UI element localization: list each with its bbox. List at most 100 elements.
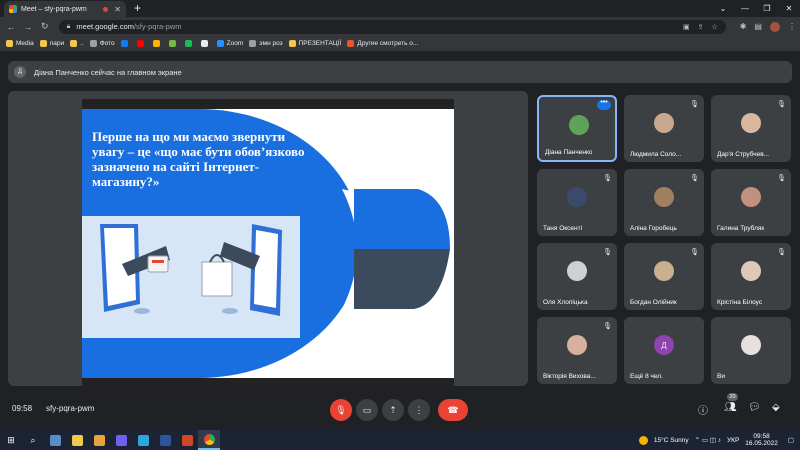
bookmark-item[interactable]	[200, 40, 211, 47]
participant-tile[interactable]: 🎙︎ Таня Оксенті	[537, 169, 617, 236]
tab-close-icon[interactable]: ✕	[114, 5, 121, 14]
presenter-avatar: Д	[14, 66, 26, 78]
tab-search-icon[interactable]: ⌄	[712, 0, 734, 16]
present-button[interactable]: ⇡	[382, 399, 404, 421]
muted-mic-icon: 🎙︎	[777, 249, 786, 256]
muted-mic-icon: 🎙︎	[690, 175, 699, 182]
taskbar-word[interactable]	[154, 430, 176, 450]
bookmark-item[interactable]: Другие смотреть о...	[347, 40, 418, 47]
reload-icon[interactable]: ↻	[38, 21, 52, 32]
participant-tile[interactable]: 🎙︎ Людмила Соло...	[624, 95, 704, 162]
camera-button[interactable]: ▭	[356, 399, 378, 421]
taskbar-chrome[interactable]	[198, 430, 220, 450]
system-tray: 15°C Sunny ⌃ ▭ ◫ ♪ УКР 09:58 16.05.2022 …	[638, 430, 800, 450]
tab-meet[interactable]: Meet – sfy-pqra-pwm ✕	[4, 1, 126, 17]
bookmark-label: ПРЕЗЕНТАЦІЇ	[298, 40, 342, 47]
bookmark-item[interactable]	[184, 40, 195, 47]
language-indicator[interactable]: УКР	[727, 437, 739, 444]
participant-tile[interactable]: Д Ещё 8 чел.	[624, 317, 704, 384]
bookmark-item[interactable]	[168, 40, 179, 47]
participant-name: Діана Панченко	[545, 149, 593, 156]
participant-name: Аліна Горобець	[630, 225, 677, 232]
start-button[interactable]: ⊞	[0, 430, 22, 450]
bookmark-label: пари	[49, 40, 65, 47]
tile-more-options-button[interactable]: •••	[597, 99, 611, 110]
bookmark-icon	[347, 40, 355, 47]
participant-tile[interactable]: 🎙︎ Богдан Олійник	[624, 243, 704, 310]
taskbar-app-1[interactable]	[44, 430, 66, 450]
taskbar-powerpoint[interactable]	[176, 430, 198, 450]
share-icon[interactable]: ⇪	[698, 23, 704, 31]
bookmark-label: Фото	[99, 40, 115, 47]
back-icon[interactable]: ←	[4, 22, 18, 32]
participant-tile[interactable]: 🎙︎ Оля Хлопіцька	[537, 243, 617, 310]
profile-avatar[interactable]	[769, 21, 780, 32]
reading-list-icon[interactable]: ▤	[754, 22, 762, 31]
participant-tile[interactable]: Ви	[711, 317, 791, 384]
more-options-button[interactable]: ⋮	[408, 399, 430, 421]
participant-avatar	[654, 261, 674, 281]
participants-count: 20	[727, 393, 738, 401]
participant-tile[interactable]: 🎙︎ Крістіна Білоус	[711, 243, 791, 310]
taskbar-telegram[interactable]	[132, 430, 154, 450]
lock-icon[interactable]: 🔒︎	[67, 23, 71, 31]
extensions-icon[interactable]: ✱	[740, 22, 747, 31]
participant-tile[interactable]: 🎙︎ Аліна Горобець	[624, 169, 704, 236]
participant-name: Людмила Соло...	[630, 151, 682, 158]
bookmark-item[interactable]	[152, 40, 163, 47]
taskbar-app-3[interactable]	[88, 430, 110, 450]
participant-avatar	[654, 187, 674, 207]
star-icon[interactable]: ☆	[711, 23, 717, 31]
activities-icon[interactable]: ⬙	[772, 402, 780, 413]
taskbar-viber[interactable]	[110, 430, 132, 450]
weather-text[interactable]: 15°C Sunny	[654, 437, 689, 444]
bookmark-label: эмн роз	[259, 40, 283, 47]
url-path: /sfy-pqra-pwm	[133, 22, 182, 31]
maximize-button[interactable]: ❐	[756, 0, 778, 16]
tray-icons[interactable]: ⌃ ▭ ◫ ♪	[695, 436, 721, 444]
participant-avatar: Д	[654, 335, 674, 355]
forward-icon[interactable]: →	[21, 22, 35, 32]
slide-heading: Перше на що ми маємо звернути увагу – це…	[92, 129, 305, 189]
participant-tile[interactable]: 🎙︎ Вікторія Вихова...	[537, 317, 617, 384]
slide-illustration	[82, 216, 300, 338]
bookmark-label: ..	[80, 40, 84, 47]
bookmark-icon	[70, 40, 78, 47]
clock-date: 16.05.2022	[745, 440, 778, 447]
bookmark-item[interactable]	[136, 40, 147, 47]
bookmark-item[interactable]	[120, 40, 131, 47]
hang-up-button[interactable]: ☎︎	[438, 399, 468, 421]
bookmark-icon	[6, 40, 13, 47]
new-tab-button[interactable]: +	[134, 1, 141, 15]
menu-icon[interactable]: ⋮	[788, 22, 796, 31]
bookmark-item[interactable]: ..	[70, 40, 84, 47]
address-bar[interactable]: 🔒︎ meet.google.com /sfy-pqra-pwm ▣ ⇪ ☆	[58, 19, 726, 34]
participant-tile[interactable]: 🎙︎ Галина Трубляк	[711, 169, 791, 236]
recording-indicator-icon	[103, 6, 109, 12]
mic-off-button[interactable]: 🎙︎	[330, 399, 352, 421]
taskbar-explorer[interactable]	[66, 430, 88, 450]
chat-icon[interactable]: 💬︎	[748, 402, 761, 413]
participant-name: Богдан Олійник	[630, 299, 677, 306]
bookmark-item[interactable]: пари	[39, 40, 65, 47]
close-window-button[interactable]: ✕	[778, 0, 800, 16]
minimize-button[interactable]: —	[734, 0, 756, 16]
weather-icon	[638, 435, 648, 445]
presentation-stage[interactable]: Перше на що ми маємо звернути увагу – це…	[8, 91, 528, 386]
bookmark-item[interactable]: Media	[6, 40, 34, 47]
participant-name: Крістіна Білоус	[717, 299, 763, 306]
people-icon[interactable]: 👥︎	[724, 402, 737, 413]
search-icon[interactable]: ⌕	[22, 430, 44, 450]
bookmark-item[interactable]: эмн роз	[249, 40, 283, 47]
bookmark-item[interactable]: ПРЕЗЕНТАЦІЇ	[288, 40, 342, 47]
participant-tile[interactable]: ••• Діана Панченко	[537, 95, 617, 162]
bookmark-item[interactable]: Zoom	[216, 40, 243, 47]
participant-name: Таня Оксенті	[543, 225, 583, 232]
clock[interactable]: 09:58 16.05.2022	[745, 433, 778, 447]
bookmark-item[interactable]: Фото	[89, 40, 115, 47]
participant-tile[interactable]: 🎙︎ Дар'я Струбчев...	[711, 95, 791, 162]
camera-icon[interactable]: ▣	[683, 23, 690, 31]
notifications-icon[interactable]: ▢	[788, 436, 794, 444]
bookmark-icon	[216, 40, 224, 47]
info-icon[interactable]: ⓘ	[698, 402, 708, 417]
